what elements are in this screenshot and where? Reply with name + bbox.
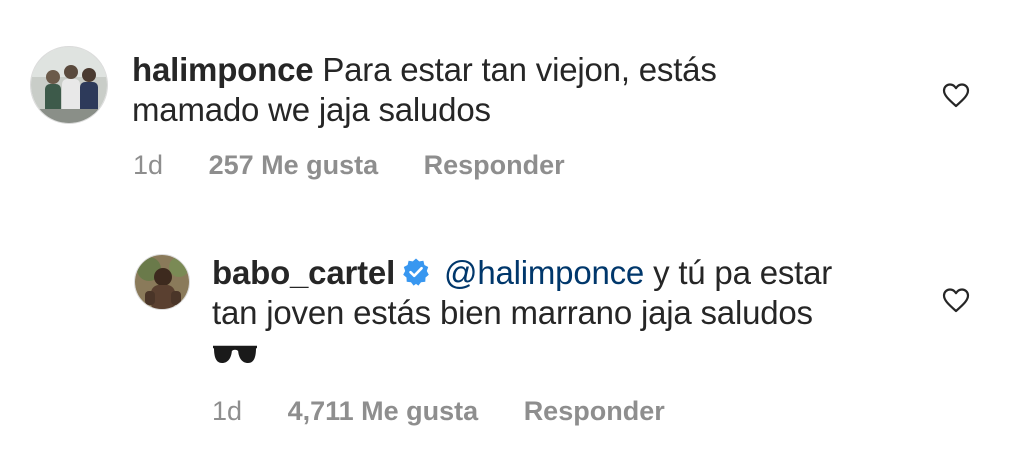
timestamp: 1d [133,150,164,180]
reply-meta: 1d 4,711 Me gusta Responder [212,395,703,427]
sunglasses-emoji [213,346,257,364]
heart-outline-icon[interactable] [942,287,970,313]
reply-button[interactable]: Responder [424,150,565,180]
avatar-photo [135,255,189,309]
reply-body: babo_cartel @halimponce y tú pa estar ta… [212,253,992,373]
reply-button[interactable]: Responder [524,396,665,426]
avatar-halimponce[interactable] [30,46,108,124]
comment-babo-cartel: babo_cartel @halimponce y tú pa estar ta… [0,230,1024,474]
likes-count[interactable]: 257 Me gusta [209,150,379,180]
comment-text-line2: mamado we jaja saludos [132,91,491,128]
verified-badge-icon [403,258,429,286]
likes-count[interactable]: 4,711 Me gusta [288,396,479,426]
comment-text-line1: y tú pa estar [653,254,833,291]
comment-halimponce: halimponce Para estar tan viejon, estás … [0,0,1024,200]
avatar-babo-cartel[interactable] [134,254,190,310]
mention-link[interactable]: @halimponce [444,254,644,291]
avatar-photo [31,47,107,123]
comment-text-line2: tan joven estás bien marrano jaja saludo… [212,294,813,331]
comment-body: halimponce Para estar tan viejon, estás … [132,50,892,130]
heart-outline-icon[interactable] [942,82,970,108]
comment-text-line1: Para estar tan viejon, estás [322,51,717,88]
timestamp: 1d [212,396,243,426]
username[interactable]: babo_cartel [212,254,395,291]
comment-meta: 1d 257 Me gusta Responder [133,149,603,181]
username[interactable]: halimponce [132,51,314,88]
